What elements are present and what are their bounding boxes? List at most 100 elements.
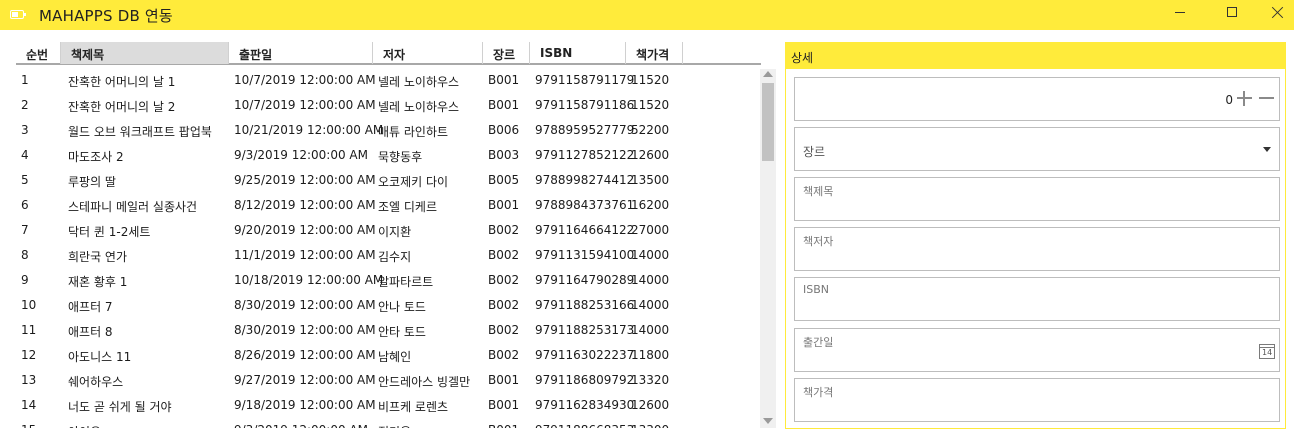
cell-price: 52200	[631, 123, 670, 137]
cell-title: 닥터 퀸 1-2세트	[68, 225, 151, 239]
minus-icon[interactable]	[1259, 97, 1274, 99]
cell-price: 14000	[631, 323, 670, 337]
cell-date: 9/3/2019 12:00:00 AM	[234, 148, 368, 162]
cell-isbn: 9791163022237	[535, 348, 635, 362]
scroll-up-arrow-icon[interactable]	[763, 71, 773, 77]
cell-price: 13300	[631, 423, 669, 428]
cell-date: 9/18/2019 12:00:00 AM	[234, 398, 376, 412]
calendar-icon[interactable]: 14	[1259, 344, 1275, 359]
table-row[interactable]: 5 루팡의 딸 9/25/2019 12:00:00 AM 오코제키 다이 B005 97…	[16, 167, 761, 192]
cell-title: 스테파니 메일러 실종사건	[68, 200, 198, 214]
column-header-price[interactable]: 책가격	[626, 42, 683, 64]
table-row[interactable]: 13 쉐어하우스 9/27/2019 12:00:00 AM 안드레아스 빙겔만 B00…	[16, 367, 761, 392]
cell-num: 5	[21, 173, 29, 187]
maximize-button[interactable]	[1209, 0, 1255, 30]
column-header-genre[interactable]: 장르	[483, 42, 530, 64]
grid-header: 순번 책제목 출판일 저자 장르 ISBN 책가격	[16, 42, 761, 65]
table-row[interactable]: 7 닥터 퀸 1-2세트 9/20/2019 12:00:00 AM 이지환 B002 9…	[16, 217, 761, 242]
cell-price: 11520	[631, 73, 670, 87]
cell-price: 11520	[631, 98, 670, 112]
cell-author: 매튜 라인하트	[378, 125, 449, 139]
table-row[interactable]: 15 아이유 9/3/2019 12:00:00 AM 정기은 B001 97911886…	[16, 417, 761, 428]
book-title-label: 책제목	[803, 185, 834, 198]
table-row[interactable]: 6 스테파니 메일러 실종사건 8/12/2019 12:00:00 AM 조엘 디케…	[16, 192, 761, 217]
book-title-field[interactable]: 책제목	[794, 177, 1280, 221]
cell-genre: B002	[488, 348, 520, 362]
cell-author: 조엘 디케르	[378, 200, 438, 214]
cell-price: 12600	[631, 148, 670, 162]
column-header-num[interactable]: 순번	[16, 42, 61, 64]
column-header-date[interactable]: 출판일	[229, 42, 373, 64]
cell-num: 13	[21, 373, 37, 387]
title-bar[interactable]: MAHAPPS DB 연동	[0, 0, 1294, 30]
cell-title: 아도니스 11	[68, 350, 132, 364]
genre-combobox[interactable]: 장르	[794, 127, 1280, 171]
cell-genre: B001	[488, 98, 520, 112]
cell-title: 월드 오브 워크래프트 팝업북	[68, 125, 212, 139]
cell-author: 넬레 노이하우스	[378, 100, 460, 114]
cell-genre: B001	[488, 398, 520, 412]
cell-isbn: 9791186809792	[535, 373, 635, 387]
table-row[interactable]: 2 잔혹한 어머니의 날 2 10/7/2019 12:00:00 AM 넬레 노이하…	[16, 92, 761, 117]
cell-num: 2	[21, 98, 29, 112]
isbn-field[interactable]: ISBN	[794, 277, 1280, 321]
cell-price: 11800	[631, 348, 670, 362]
cell-isbn: 9788984373761	[535, 198, 635, 212]
table-row[interactable]: 9 재혼 황후 1 10/18/2019 12:00:00 AM 알파타르트 B002 9…	[16, 267, 761, 292]
cell-isbn: 9791164664122	[535, 223, 635, 237]
cell-author: 안드레아스 빙겔만	[378, 375, 471, 389]
cell-date: 11/1/2019 12:00:00 AM	[234, 248, 376, 262]
column-header-isbn[interactable]: ISBN	[530, 42, 626, 64]
cell-date: 10/7/2019 12:00:00 AM	[234, 98, 376, 112]
cell-isbn: 9791164790289	[535, 273, 635, 287]
cell-genre: B001	[488, 73, 520, 87]
column-header-author[interactable]: 저자	[373, 42, 483, 64]
book-author-field[interactable]: 책저자	[794, 227, 1280, 271]
book-data-grid[interactable]: 순번 책제목 출판일 저자 장르 ISBN 책가격 1 잔혹한 어머니의 날 11…	[16, 42, 778, 428]
table-row[interactable]: 11 애프터 8 8/30/2019 12:00:00 AM 안타 토드 B002 979…	[16, 317, 761, 342]
grid-scrollbar[interactable]	[760, 69, 776, 428]
plus-icon[interactable]	[1237, 91, 1252, 106]
table-row[interactable]: 12 아도니스 11 8/26/2019 12:00:00 AM 남혜인 B002 979…	[16, 342, 761, 367]
table-row[interactable]: 14 너도 곧 쉬게 될 거야 9/18/2019 12:00:00 AM 비프케 로…	[16, 392, 761, 417]
close-button[interactable]	[1255, 0, 1294, 30]
cell-title: 재혼 황후 1	[68, 275, 128, 289]
detail-panel: 상세 0 장르 책제목 책저자 ISBN 출간일 14 책가격	[785, 42, 1286, 429]
table-row[interactable]: 4 마도조사 2 9/3/2019 12:00:00 AM 묵향동후 B003 97911…	[16, 142, 761, 167]
price-field[interactable]: 책가격	[794, 378, 1280, 422]
maximize-icon	[1227, 7, 1237, 17]
cell-num: 6	[21, 198, 29, 212]
cell-date: 9/20/2019 12:00:00 AM	[234, 223, 376, 237]
number-stepper[interactable]: 0	[794, 77, 1280, 121]
cell-isbn: 9788998274412	[535, 173, 635, 187]
minimize-button[interactable]	[1157, 0, 1203, 30]
number-value: 0	[1225, 93, 1233, 107]
cell-title: 잔혹한 어머니의 날 2	[68, 100, 176, 114]
cell-isbn: 9791188253166	[535, 298, 635, 312]
cell-author: 남혜인	[378, 350, 412, 364]
cell-num: 14	[21, 398, 37, 412]
table-row[interactable]: 1 잔혹한 어머니의 날 1 10/7/2019 12:00:00 AM 넬레 노이하…	[16, 67, 761, 92]
cell-isbn: 9791188668353	[535, 423, 634, 428]
cell-date: 9/3/2019 12:00:00 AM	[234, 423, 368, 428]
scroll-thumb[interactable]	[762, 83, 774, 161]
publish-date-picker[interactable]: 출간일 14	[794, 328, 1280, 372]
dropdown-arrow-icon[interactable]	[1263, 147, 1271, 152]
cell-isbn: 9791158791179	[535, 73, 635, 87]
scroll-down-arrow-icon[interactable]	[763, 418, 773, 424]
column-header-title[interactable]: 책제목	[61, 42, 229, 64]
cell-price: 14000	[631, 248, 670, 262]
isbn-label: ISBN	[803, 283, 830, 296]
book-author-label: 책저자	[803, 235, 834, 248]
cell-date: 10/21/2019 12:00:00 AM	[234, 123, 384, 137]
cell-title: 잔혹한 어머니의 날 1	[68, 75, 176, 89]
detail-header: 상세	[786, 43, 1285, 69]
cell-isbn: 9791188253173	[535, 323, 635, 337]
table-row[interactable]: 8 희란국 연가 11/1/2019 12:00:00 AM 김수지 B002 97911…	[16, 242, 761, 267]
cell-price: 14000	[631, 273, 670, 287]
cell-num: 12	[21, 348, 37, 362]
table-row[interactable]: 10 애프터 7 8/30/2019 12:00:00 AM 안나 토드 B002 979…	[16, 292, 761, 317]
table-row[interactable]: 3 월드 오브 워크래프트 팝업북 10/21/2019 12:00:00 AM 매튜…	[16, 117, 761, 142]
cell-genre: B002	[488, 273, 520, 287]
cell-date: 8/30/2019 12:00:00 AM	[234, 323, 376, 337]
